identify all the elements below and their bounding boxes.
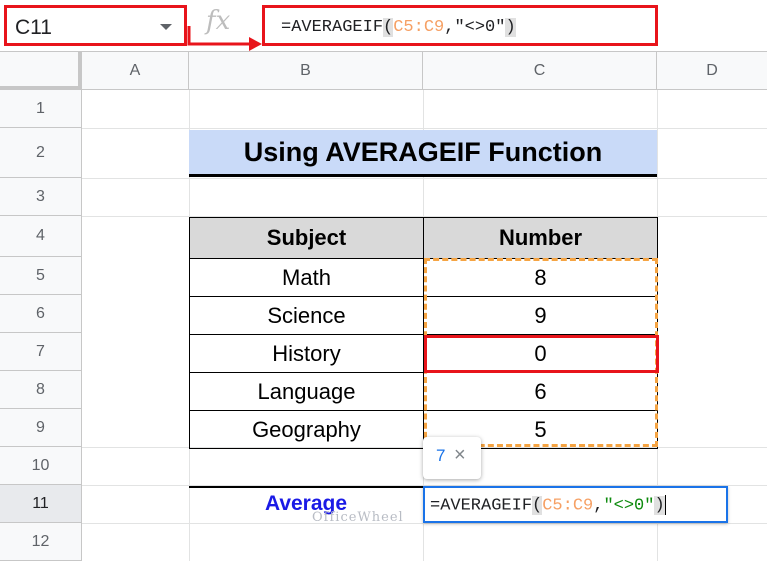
row-header-7[interactable]: 7 (0, 333, 82, 371)
formula-prefix: =AVERAGEIF (430, 496, 533, 516)
close-icon[interactable]: × (454, 444, 466, 467)
row-header-12[interactable]: 12 (0, 523, 82, 561)
number-cell[interactable]: 6 (423, 372, 658, 411)
subject-cell[interactable]: Science (189, 296, 424, 335)
header-number[interactable]: Number (423, 217, 658, 259)
row-header-1[interactable]: 1 (0, 90, 82, 128)
row-header-4[interactable]: 4 (0, 216, 82, 257)
subject-cell[interactable]: Language (189, 372, 424, 411)
chevron-down-icon[interactable] (160, 24, 172, 30)
number-cell[interactable]: 0 (423, 334, 658, 373)
subject-cell[interactable]: Geography (189, 410, 424, 449)
gridline (82, 178, 767, 179)
formula-open-paren: ( (532, 496, 543, 516)
column-header-b[interactable]: B (189, 52, 423, 90)
row-header-10[interactable]: 10 (0, 447, 82, 485)
table-row: Language 6 (189, 372, 658, 411)
subject-cell[interactable]: Math (189, 258, 424, 297)
gridline (82, 128, 767, 129)
column-header-c[interactable]: C (423, 52, 657, 90)
row-header-11[interactable]: 11 (0, 485, 82, 523)
data-table: Subject Number Math 8 Science 9 History … (189, 217, 658, 449)
formula-result-tooltip: 7 × (423, 437, 481, 479)
table-header-row: Subject Number (189, 217, 658, 259)
row-header-3[interactable]: 3 (0, 178, 82, 216)
sheet-title[interactable]: Using AVERAGEIF Function (189, 130, 657, 177)
table-row: History 0 (189, 334, 658, 373)
gridline (82, 523, 767, 524)
column-header-d[interactable]: D (657, 52, 767, 90)
table-row: Math 8 (189, 258, 658, 297)
arrow-icon (187, 26, 262, 51)
cell-editor[interactable]: =AVERAGEIF(C5:C9,"<>0") (423, 486, 728, 523)
select-all-corner[interactable] (0, 52, 82, 90)
cell-formula-text: =AVERAGEIF(C5:C9,"<>0") (430, 495, 666, 516)
formula-comma: , (593, 496, 604, 516)
header-subject[interactable]: Subject (189, 217, 424, 259)
column-header-a[interactable]: A (82, 52, 189, 90)
number-cell[interactable]: 8 (423, 258, 658, 297)
text-cursor (664, 495, 666, 515)
subject-cell[interactable]: History (189, 334, 424, 373)
row-header-9[interactable]: 9 (0, 409, 82, 447)
formula-close-paren: ) (654, 496, 665, 516)
row-header-2[interactable]: 2 (0, 128, 82, 178)
formula-range: C5:C9 (542, 496, 594, 516)
formula-close-paren: ) (505, 18, 516, 37)
watermark-logo: OfficeWheel (312, 510, 404, 525)
formula-criterion: "<>0" (454, 18, 506, 37)
tooltip-value: 7 (436, 446, 446, 465)
name-box-value: C11 (15, 16, 52, 39)
name-box[interactable]: C11 (4, 5, 187, 46)
table-row: Science 9 (189, 296, 658, 335)
row-header-8[interactable]: 8 (0, 371, 82, 409)
row-header-5[interactable]: 5 (0, 257, 82, 295)
formula-criterion: "<>0" (603, 496, 655, 516)
row-header-6[interactable]: 6 (0, 295, 82, 333)
number-cell[interactable]: 9 (423, 296, 658, 335)
